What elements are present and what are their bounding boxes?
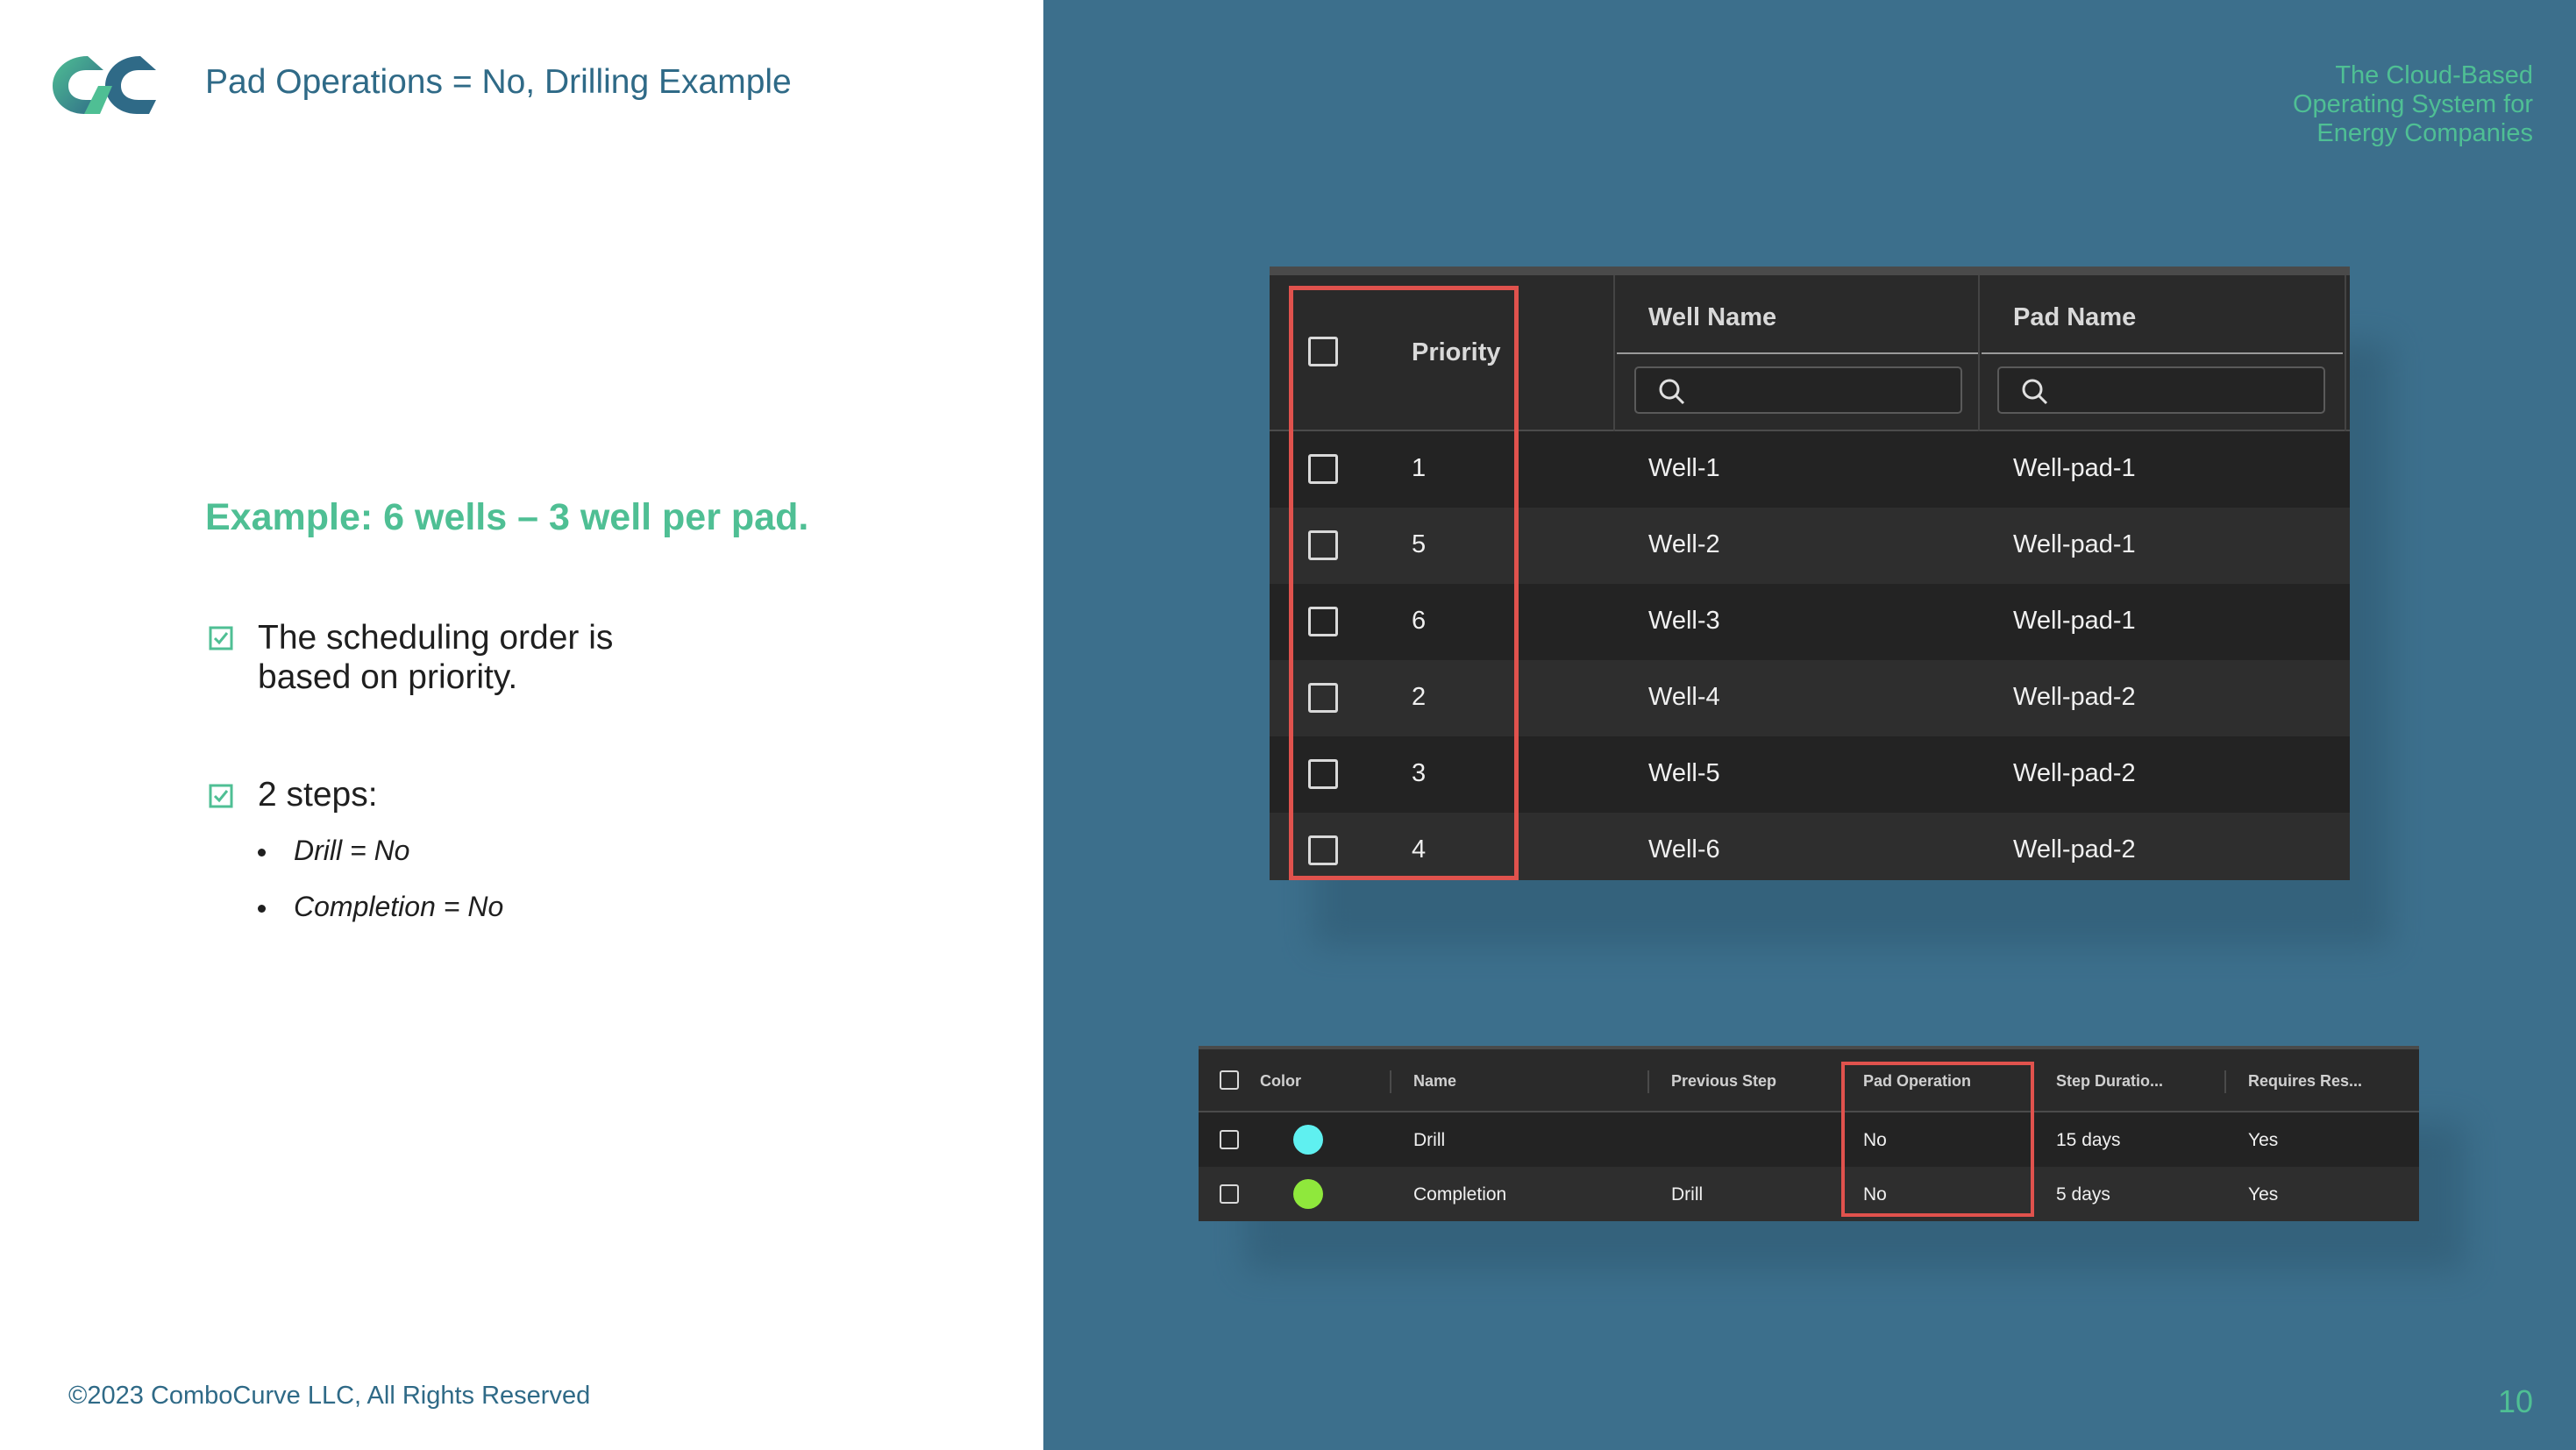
row-checkbox[interactable] xyxy=(1220,1184,1239,1204)
copyright: ©2023 ComboCurve LLC, All Rights Reserve… xyxy=(68,1382,591,1410)
select-all-checkbox[interactable] xyxy=(1220,1070,1239,1090)
well-name-cell: Well-6 xyxy=(1648,835,1720,864)
pad-operation-highlight-box xyxy=(1841,1062,2034,1217)
bullet-text: 2 steps: xyxy=(258,776,378,814)
step-color-swatch[interactable] xyxy=(1293,1179,1323,1209)
column-header-previous-step[interactable]: Previous Step xyxy=(1671,1072,1776,1091)
step-duration-cell: 15 days xyxy=(2056,1130,2121,1150)
column-header-pad-name[interactable]: Pad Name xyxy=(2013,303,2136,332)
header-divider xyxy=(1617,352,1978,354)
wells-table: Priority Well Name Pad Name 1 Well-1 Wel… xyxy=(1270,267,2350,880)
slide-title: Pad Operations = No, Drilling Example xyxy=(205,63,792,101)
pad-name-cell: Well-pad-1 xyxy=(2013,607,2136,635)
column-header-requires-resource[interactable]: Requires Res... xyxy=(2248,1072,2362,1091)
header-divider xyxy=(1982,352,2343,354)
bullet-dot xyxy=(258,849,266,856)
steps-table-header: Color Name Previous Step Pad Operation S… xyxy=(1199,1049,2419,1112)
bullet-dot xyxy=(258,905,266,913)
tagline: The Cloud-Based Operating System for Ene… xyxy=(2293,61,2533,147)
well-name-cell: Well-5 xyxy=(1648,759,1720,787)
column-divider xyxy=(1390,1070,1391,1093)
column-header-name[interactable]: Name xyxy=(1413,1072,1456,1091)
pad-name-search-input[interactable] xyxy=(1997,366,2325,414)
sub-item: Drill = No xyxy=(294,835,410,866)
well-name-cell: Well-4 xyxy=(1648,683,1720,711)
column-divider xyxy=(1978,275,1980,431)
column-divider xyxy=(2224,1070,2226,1093)
step-color-swatch[interactable] xyxy=(1293,1125,1323,1155)
priority-highlight-box xyxy=(1289,286,1519,880)
table-row[interactable]: Completion Drill No 5 days Yes xyxy=(1199,1167,2419,1221)
column-divider xyxy=(1647,1070,1649,1093)
checkbox-checked-icon xyxy=(209,626,233,650)
combocurve-logo-icon xyxy=(53,56,156,114)
example-heading: Example: 6 wells – 3 well per pad. xyxy=(205,496,809,538)
step-name-cell: Completion xyxy=(1413,1184,1507,1205)
requires-resource-cell: Yes xyxy=(2248,1130,2279,1150)
pad-name-cell: Well-pad-2 xyxy=(2013,683,2136,711)
search-icon xyxy=(2022,379,2048,405)
well-name-cell: Well-1 xyxy=(1648,454,1720,482)
step-duration-cell: 5 days xyxy=(2056,1184,2110,1205)
checkbox-checked-icon xyxy=(209,784,233,808)
bullet-text: The scheduling order is based on priorit… xyxy=(258,619,614,696)
table-row[interactable]: Drill No 15 days Yes xyxy=(1199,1112,2419,1167)
row-checkbox[interactable] xyxy=(1220,1130,1239,1149)
well-name-cell: Well-3 xyxy=(1648,607,1720,635)
column-header-color[interactable]: Color xyxy=(1260,1072,1301,1091)
previous-step-cell: Drill xyxy=(1671,1184,1704,1205)
requires-resource-cell: Yes xyxy=(2248,1184,2279,1205)
pad-name-cell: Well-pad-2 xyxy=(2013,835,2136,864)
search-icon xyxy=(1659,379,1685,405)
column-header-step-duration[interactable]: Step Duratio... xyxy=(2056,1072,2163,1091)
pad-name-cell: Well-pad-2 xyxy=(2013,759,2136,787)
well-name-cell: Well-2 xyxy=(1648,530,1720,558)
step-name-cell: Drill xyxy=(1413,1130,1446,1150)
left-panel: Pad Operations = No, Drilling Example Ex… xyxy=(0,0,1043,1450)
steps-table: Color Name Previous Step Pad Operation S… xyxy=(1199,1046,2419,1221)
pad-name-cell: Well-pad-1 xyxy=(2013,454,2136,482)
sub-item: Completion = No xyxy=(294,891,504,922)
column-header-well-name[interactable]: Well Name xyxy=(1648,303,1776,332)
well-name-search-input[interactable] xyxy=(1634,366,1962,414)
page-number: 10 xyxy=(2497,1383,2533,1419)
pad-name-cell: Well-pad-1 xyxy=(2013,530,2136,558)
column-divider xyxy=(2345,275,2346,431)
